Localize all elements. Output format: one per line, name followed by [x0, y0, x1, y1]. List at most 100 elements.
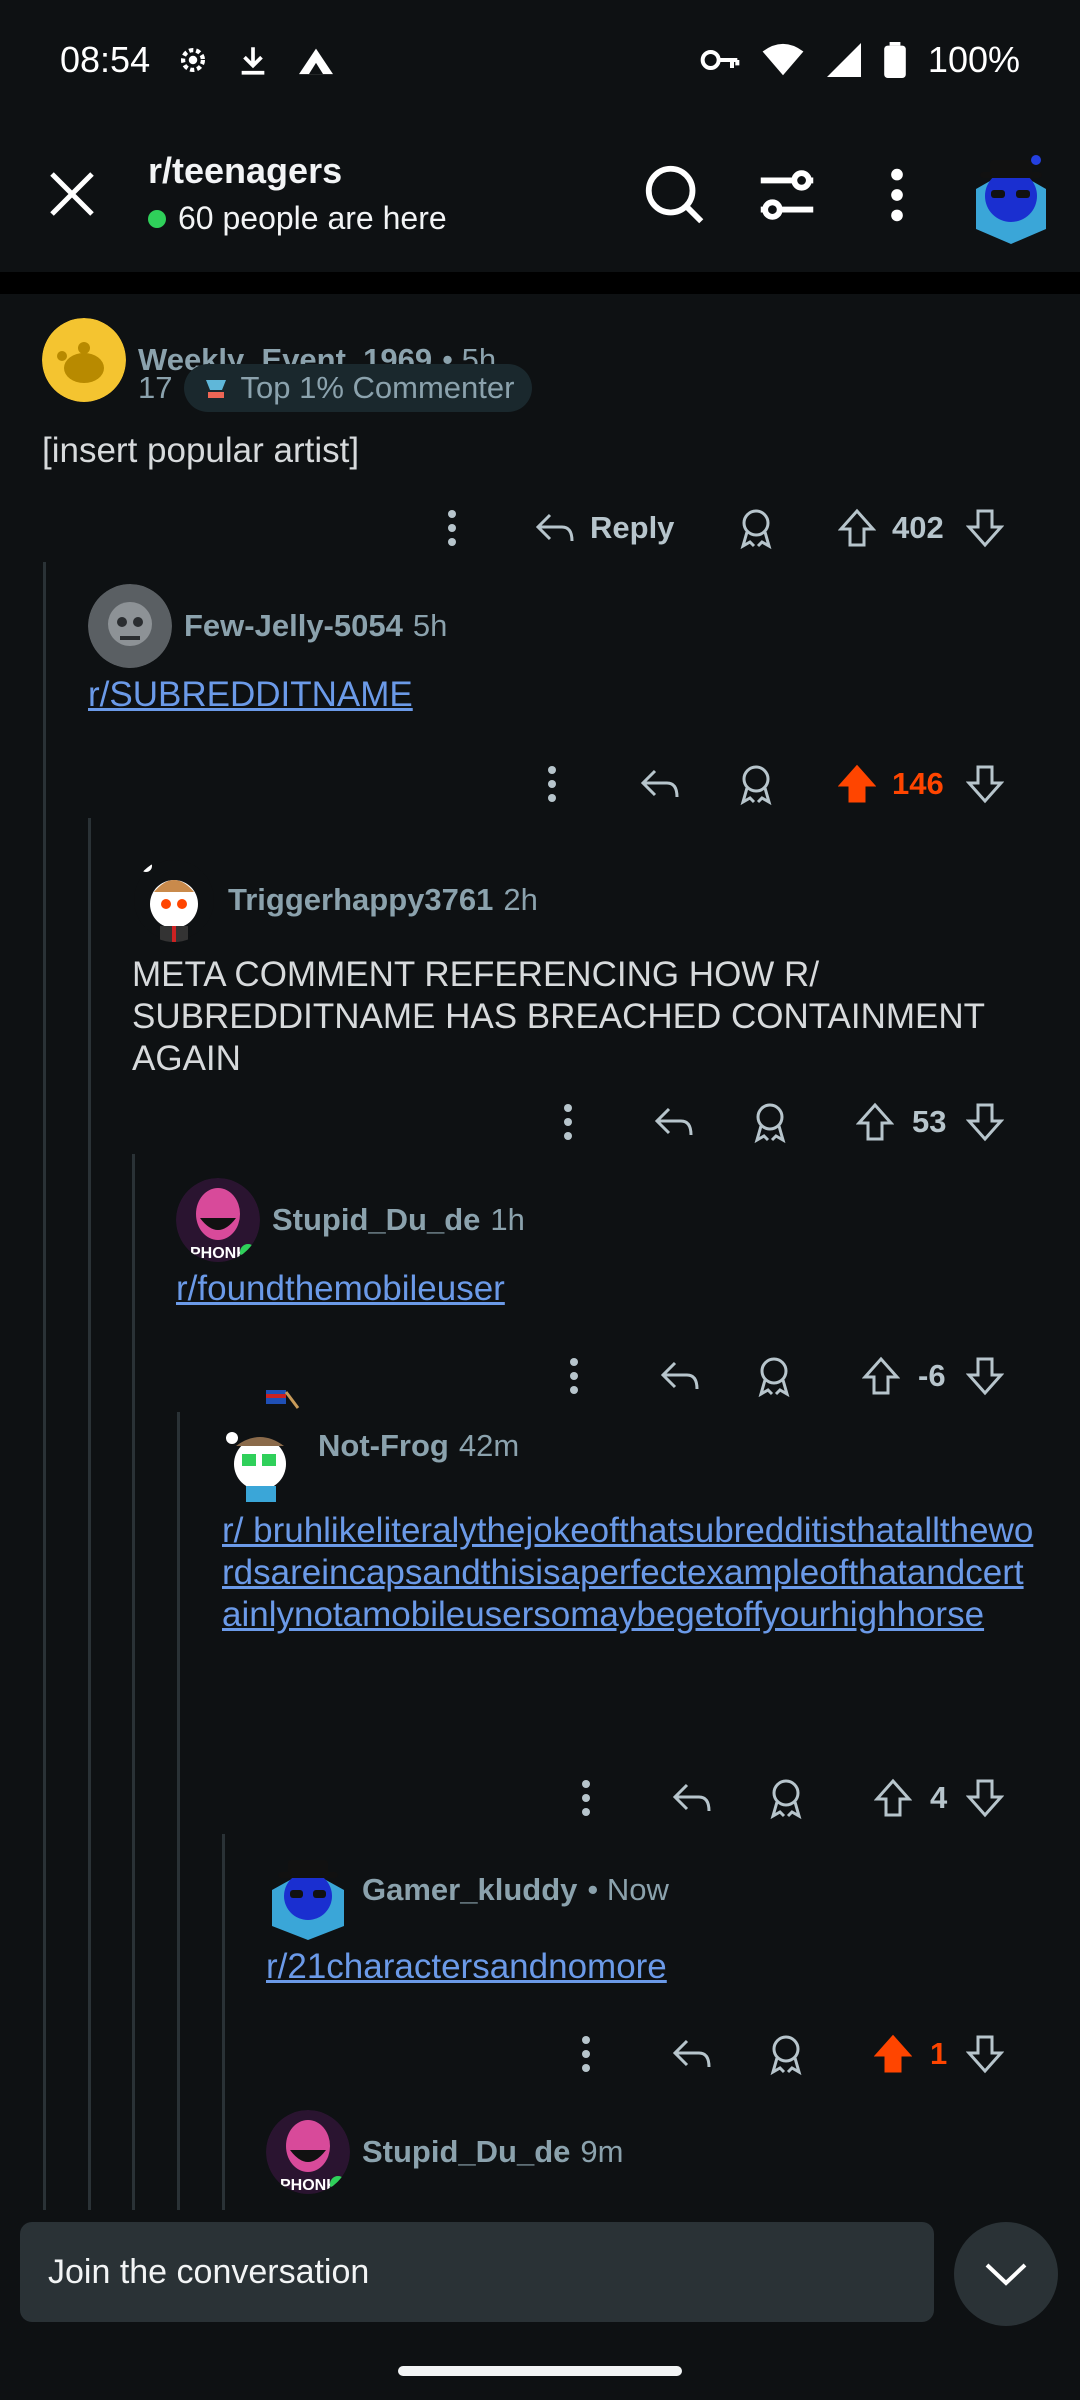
- svg-text:PHONK: PHONK: [280, 2177, 338, 2194]
- upvote-button[interactable]: [868, 1770, 918, 1826]
- close-icon[interactable]: [42, 164, 102, 224]
- downvote-icon: [966, 509, 1004, 548]
- downvote-button[interactable]: [960, 756, 1010, 812]
- online-text: 60 people are here: [178, 200, 447, 236]
- more-options-icon[interactable]: [540, 1094, 596, 1150]
- thread-line[interactable]: [88, 818, 91, 2210]
- more-options-icon[interactable]: [524, 756, 580, 812]
- downvote-icon: [966, 2035, 1004, 2074]
- signal-icon: [826, 43, 861, 77]
- downvote-icon: [966, 1103, 1004, 1142]
- comment-time: 2h: [503, 882, 538, 917]
- downvote-button[interactable]: [960, 1094, 1010, 1150]
- trophy-icon: [206, 380, 227, 398]
- username[interactable]: Gamer_kluddy: [362, 1872, 577, 1908]
- upvote-icon: [874, 1778, 912, 1817]
- more-options-icon[interactable]: [558, 2026, 614, 2082]
- upvote-button[interactable]: [832, 756, 882, 812]
- vote-count: 53: [912, 1104, 947, 1139]
- more-options-icon[interactable]: [424, 500, 480, 556]
- reply-icon[interactable]: [632, 756, 688, 812]
- subreddit-name[interactable]: r/teenagers: [148, 150, 447, 192]
- comment: Not-Frog 42m r/ bruhlikeliteralythejokeo…: [222, 1390, 1052, 1636]
- wifi-icon: [762, 43, 804, 76]
- upvote-icon: [874, 2034, 912, 2073]
- chevron-down-icon: [985, 2263, 1027, 2286]
- settings-icon: [181, 47, 206, 73]
- downvote-icon: [966, 1779, 1004, 1818]
- downvote-button[interactable]: [960, 1770, 1010, 1826]
- vote-count: 402: [892, 510, 944, 545]
- battery-level: 100%: [927, 39, 1020, 80]
- subreddit-link[interactable]: r/foundthemobileuser: [176, 1268, 1046, 1310]
- username[interactable]: Few-Jelly-5054: [184, 608, 403, 644]
- subreddit-header: r/teenagers 60 people are here: [0, 120, 1080, 270]
- reply-button[interactable]: Reply: [534, 500, 674, 556]
- reply-icon[interactable]: [664, 2026, 720, 2082]
- comment: Weekly_Event_1969 • 5h 17 Top 1% Comment…: [42, 318, 1042, 472]
- flair-text: Top 1% Commenter: [240, 370, 515, 405]
- upvote-button[interactable]: [850, 1094, 900, 1150]
- reply-icon[interactable]: [664, 1770, 720, 1826]
- award-icon[interactable]: [758, 2026, 814, 2082]
- flair-number: 17: [138, 370, 173, 405]
- thread-line[interactable]: [222, 1834, 225, 2210]
- app-icon: [299, 48, 334, 75]
- download-icon: [241, 47, 265, 75]
- thread-line[interactable]: [177, 1412, 180, 2210]
- subreddit-link[interactable]: r/21charactersandnomore: [266, 1946, 1056, 1988]
- award-icon[interactable]: [728, 500, 784, 556]
- avatar[interactable]: PHONK: [266, 2110, 350, 2194]
- filter-icon[interactable]: [752, 160, 822, 230]
- downvote-button[interactable]: [960, 500, 1010, 556]
- avatar[interactable]: PHONK: [176, 1178, 260, 1262]
- comment: Few-Jelly-5054 5h r/SUBREDDITNAME: [88, 584, 1048, 716]
- vote-count: 146: [892, 766, 944, 801]
- collapse-button[interactable]: [954, 2222, 1058, 2326]
- subreddit-link[interactable]: r/ bruhlikeliteralythejokeofthatsubreddi…: [222, 1510, 1042, 1636]
- home-indicator[interactable]: [398, 2366, 682, 2376]
- clock: 08:54: [60, 39, 151, 80]
- more-icon[interactable]: [862, 160, 932, 230]
- comment-time: 42m: [458, 1428, 520, 1463]
- avatar[interactable]: [42, 318, 126, 402]
- status-bar: 08:54 100%: [0, 0, 1080, 120]
- comment: Gamer_kluddy • Now r/21charactersandnomo…: [266, 1840, 1056, 1988]
- online-count: 60 people are here: [148, 200, 447, 237]
- comment: Triggerhappy3761 2h META COMMENT REFEREN…: [132, 834, 1042, 1080]
- upvote-button[interactable]: [832, 500, 882, 556]
- username[interactable]: Stupid_Du_de: [362, 2134, 570, 2170]
- downvote-button[interactable]: [960, 2026, 1010, 2082]
- comment-time: • Now: [587, 1872, 669, 1907]
- comment: PHONK Stupid_Du_de 9m: [266, 2110, 1056, 2194]
- subreddit-link[interactable]: r/SUBREDDITNAME: [88, 674, 1048, 716]
- battery-icon: [884, 42, 906, 78]
- comment-time: 5h: [412, 608, 448, 643]
- reply-icon[interactable]: [646, 1094, 702, 1150]
- thread-line[interactable]: [132, 1154, 135, 2210]
- vpn-key-icon: [700, 50, 740, 70]
- upvote-icon: [838, 508, 876, 547]
- user-avatar[interactable]: [966, 134, 1056, 244]
- award-icon[interactable]: [742, 1094, 798, 1150]
- comment-time: 1h: [490, 1202, 525, 1237]
- thread-line[interactable]: [43, 562, 46, 2210]
- avatar[interactable]: [266, 1840, 350, 1940]
- comment: PHONK Stupid_Du_de 1h r/foundthemobileus…: [176, 1178, 1046, 1310]
- avatar[interactable]: [88, 584, 172, 668]
- username[interactable]: Not-Frog: [318, 1428, 449, 1464]
- comment-input[interactable]: Join the conversation: [20, 2222, 934, 2322]
- vote-count: 4: [930, 1780, 948, 1815]
- upvote-button[interactable]: [868, 2026, 918, 2082]
- avatar[interactable]: [132, 858, 216, 942]
- username[interactable]: Triggerhappy3761: [228, 882, 493, 918]
- search-icon[interactable]: [640, 160, 710, 230]
- award-icon[interactable]: [728, 756, 784, 812]
- avatar[interactable]: [222, 1390, 306, 1502]
- award-icon[interactable]: [758, 1770, 814, 1826]
- user-flair: Top 1% Commenter: [184, 364, 533, 412]
- comment-body: META COMMENT REFERENCING HOW R/ SUBREDDI…: [132, 955, 985, 1078]
- more-options-icon[interactable]: [558, 1770, 614, 1826]
- username[interactable]: Stupid_Du_de: [272, 1202, 480, 1238]
- vote-count: 1: [930, 2036, 948, 2071]
